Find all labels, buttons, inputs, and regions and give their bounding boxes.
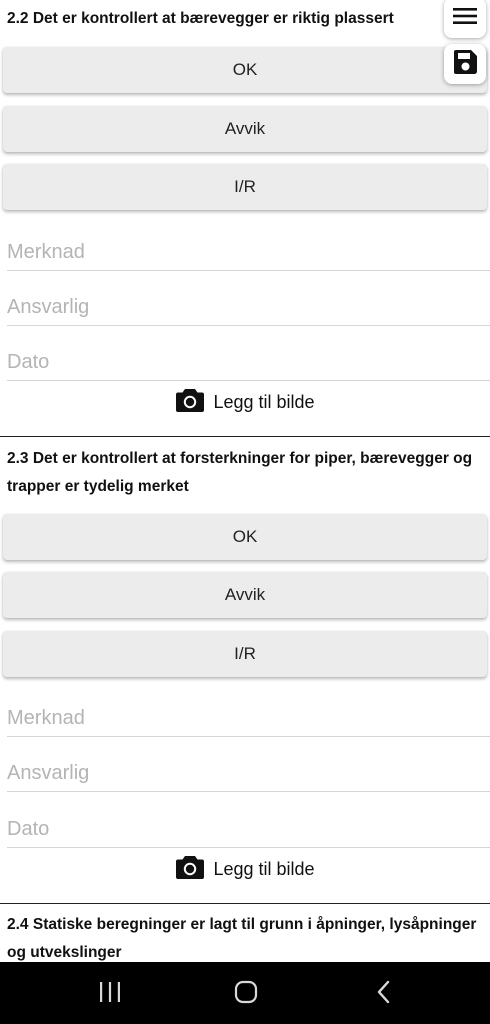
deviation-button-2-3[interactable]: Avvik (3, 572, 487, 618)
back-icon (374, 980, 394, 1009)
system-navigation-bar (0, 962, 490, 1024)
section-divider (0, 436, 490, 437)
not-relevant-button-2-2[interactable]: I/R (3, 164, 487, 210)
responsible-field-2-3[interactable] (7, 755, 490, 792)
section-title-line: 2.3 Det er kontrollert at forsterkninger… (7, 450, 473, 467)
ok-button-2-3[interactable]: OK (3, 514, 487, 560)
menu-button[interactable] (444, 0, 486, 38)
section-title-2-3: 2.3 Det er kontrollert at forsterkninger… (7, 445, 472, 501)
ok-button-2-2[interactable]: OK (3, 47, 487, 93)
save-button[interactable] (444, 44, 486, 84)
hamburger-menu-icon (452, 6, 478, 31)
section-title-2-2: 2.2 Det er kontrollert at bærevegger er … (7, 10, 394, 27)
remark-field-2-2[interactable] (7, 234, 490, 271)
add-photo-label: Legg til bilde (213, 858, 315, 879)
date-field-2-2[interactable] (7, 344, 490, 381)
date-field-2-3[interactable] (7, 811, 490, 848)
deviation-button-2-2[interactable]: Avvik (3, 106, 487, 152)
home-button[interactable] (226, 980, 266, 1008)
floppy-disk-save-icon (452, 49, 478, 80)
home-icon (234, 980, 258, 1009)
section-divider (0, 903, 490, 904)
remark-field-2-3[interactable] (7, 700, 490, 737)
recent-apps-icon (98, 981, 122, 1008)
add-photo-button-2-2[interactable]: Legg til bilde (0, 385, 490, 419)
section-title-2-4: 2.4 Statiske beregninger er lagt til gru… (7, 911, 476, 967)
camera-icon (175, 387, 205, 418)
add-photo-button-2-3[interactable]: Legg til bilde (0, 852, 490, 886)
not-relevant-button-2-3[interactable]: I/R (3, 631, 487, 677)
camera-icon (175, 854, 205, 885)
recent-apps-button[interactable] (90, 980, 130, 1008)
section-title-line: 2.4 Statiske beregninger er lagt til gru… (7, 916, 477, 933)
responsible-field-2-2[interactable] (7, 289, 490, 326)
add-photo-label: Legg til bilde (213, 391, 315, 412)
back-button[interactable] (364, 980, 404, 1008)
section-title-line: trapper er tydelig merket (7, 478, 189, 495)
